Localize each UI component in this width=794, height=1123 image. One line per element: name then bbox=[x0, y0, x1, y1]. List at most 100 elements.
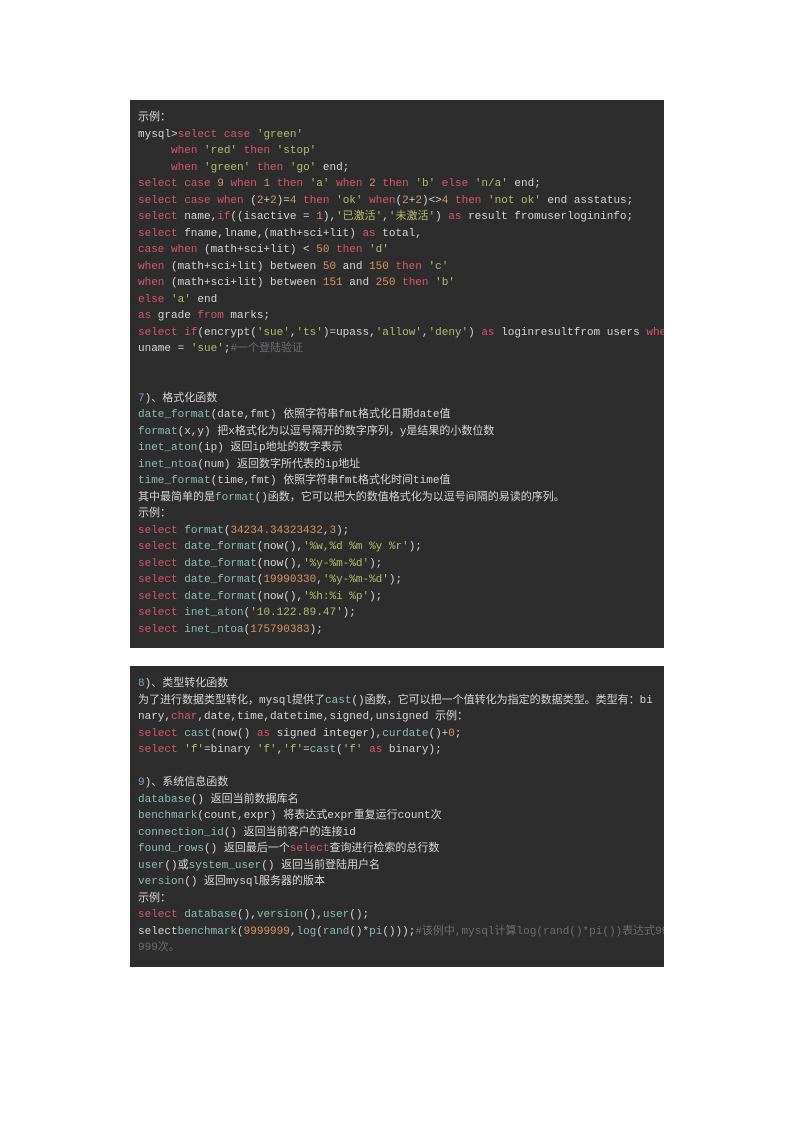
code-token: inet_aton bbox=[138, 442, 197, 454]
code-token: date_format bbox=[184, 541, 257, 553]
code-token: date_format bbox=[184, 574, 257, 586]
code-token: 150 bbox=[369, 261, 389, 273]
code-token: '10.122.89.47' bbox=[250, 607, 342, 619]
code-token: mysql> bbox=[138, 129, 178, 141]
code-token bbox=[250, 162, 257, 174]
code-token: (time,fmt) 依照字符串fmt格式化时间time值 bbox=[211, 475, 451, 487]
code-token bbox=[250, 129, 257, 141]
code-line: selectbenchmark(9999999,log(rand()*pi())… bbox=[138, 924, 656, 941]
code-token: binary); bbox=[382, 744, 441, 756]
code-token: 250 bbox=[376, 277, 396, 289]
code-token: ); bbox=[310, 624, 323, 636]
code-token: ()函数，它可以把一个值转化为指定的数据类型。类型有：bi bbox=[351, 695, 652, 707]
code-token: then bbox=[395, 261, 421, 273]
code-token: , bbox=[382, 211, 389, 223]
code-token: select bbox=[138, 327, 178, 339]
code-token: , bbox=[316, 574, 323, 586]
code-token: pi bbox=[369, 926, 382, 938]
code-token bbox=[138, 145, 171, 157]
code-token bbox=[435, 178, 442, 190]
code-token: 'f' bbox=[184, 744, 204, 756]
code-token: date_format bbox=[184, 591, 257, 603]
code-line: 8)、类型转化函数 bbox=[138, 676, 656, 693]
code-token: version bbox=[257, 909, 303, 921]
code-token: 'f' bbox=[257, 744, 277, 756]
code-token: (encrypt( bbox=[197, 327, 256, 339]
code-token: select bbox=[138, 541, 178, 553]
code-token: where bbox=[646, 327, 664, 339]
code-token: ); bbox=[369, 591, 382, 603]
code-token: when bbox=[230, 178, 256, 190]
code-token: 2 bbox=[402, 195, 409, 207]
code-token: () 返回当前数据库名 bbox=[191, 794, 299, 806]
code-token: then bbox=[336, 244, 362, 256]
code-token: '已激活' bbox=[336, 211, 382, 223]
code-token: ); bbox=[409, 541, 422, 553]
code-token: 50 bbox=[316, 244, 329, 256]
code-token: date_format bbox=[138, 409, 211, 421]
code-token: ((isactive = bbox=[230, 211, 316, 223]
code-line: select date_format(now(),'%h:%i %p'); bbox=[138, 589, 656, 606]
code-token: 'green' bbox=[257, 129, 303, 141]
code-line: uname = 'sue';#一个登陆验证 bbox=[138, 341, 656, 358]
code-token bbox=[270, 178, 277, 190]
code-token: when bbox=[336, 178, 362, 190]
code-token: ( bbox=[237, 926, 244, 938]
code-token: 'a' bbox=[310, 178, 330, 190]
code-token: as bbox=[369, 744, 382, 756]
code-line: select database(),version(),user(); bbox=[138, 907, 656, 924]
code-token: 50 bbox=[323, 261, 336, 273]
code-token: select bbox=[138, 909, 178, 921]
code-token: 1 bbox=[316, 211, 323, 223]
code-token: then bbox=[455, 195, 481, 207]
code-token: ; bbox=[455, 728, 462, 740]
code-token: ,date,time,datetime,signed,unsigned 示例： bbox=[197, 711, 468, 723]
code-token: fname,lname,(math+sci+lit) bbox=[178, 228, 363, 240]
code-token: grade bbox=[151, 310, 197, 322]
code-line: select date_format(19990330,'%y-%m-%d'); bbox=[138, 572, 656, 589]
code-line: when 'green' then 'go' end; bbox=[138, 160, 656, 177]
code-token: 0 bbox=[448, 728, 455, 740]
code-token: ()或 bbox=[164, 860, 188, 872]
code-token: = bbox=[303, 744, 310, 756]
code-token: '%y-%m-%d' bbox=[323, 574, 389, 586]
code-line: select if(encrypt('sue','ts')=upass,'all… bbox=[138, 325, 656, 342]
code-token: select bbox=[138, 558, 178, 570]
code-line: 9)、系统信息函数 bbox=[138, 775, 656, 792]
code-token bbox=[283, 162, 290, 174]
code-token: (); bbox=[349, 909, 369, 921]
code-token: 'ok' bbox=[336, 195, 362, 207]
code-token: )、系统信息函数 bbox=[145, 777, 229, 789]
code-token: 'sue' bbox=[191, 343, 224, 355]
code-token: (math+sci+lit) between bbox=[164, 277, 322, 289]
code-token: when bbox=[138, 277, 164, 289]
code-token: cast bbox=[325, 695, 351, 707]
code-token: then bbox=[303, 195, 329, 207]
code-token: found_rows bbox=[138, 843, 204, 855]
code-token: then bbox=[382, 178, 408, 190]
code-token: else bbox=[442, 178, 468, 190]
code-line: 999次。 bbox=[138, 940, 656, 957]
code-token: inet_ntoa bbox=[138, 459, 197, 471]
code-token: 34234.34323432 bbox=[230, 525, 322, 537]
code-token: select bbox=[138, 926, 178, 938]
code-token: case bbox=[184, 178, 210, 190]
code-token: benchmark bbox=[138, 810, 197, 822]
code-token bbox=[138, 162, 171, 174]
code-token: ); bbox=[389, 574, 402, 586]
code-token: as bbox=[362, 228, 375, 240]
code-token: from bbox=[197, 310, 223, 322]
code-token: select bbox=[138, 591, 178, 603]
code-line: user()或system_user() 返回当前登陆用户名 bbox=[138, 858, 656, 875]
code-token: )、格式化函数 bbox=[145, 393, 218, 405]
code-token bbox=[448, 195, 455, 207]
code-token: end bbox=[191, 294, 217, 306]
code-line: select inet_ntoa(175790383); bbox=[138, 622, 656, 639]
code-line: 示例： bbox=[138, 110, 656, 127]
code-line: 为了进行数据类型转化，mysql提供了cast()函数，它可以把一个值转化为指定… bbox=[138, 693, 656, 710]
code-token: select bbox=[138, 195, 178, 207]
code-token: (math+sci+lit) < bbox=[197, 244, 316, 256]
code-token bbox=[237, 145, 244, 157]
code-token: then bbox=[277, 178, 303, 190]
code-token: #一个登陆验证 bbox=[230, 343, 303, 355]
